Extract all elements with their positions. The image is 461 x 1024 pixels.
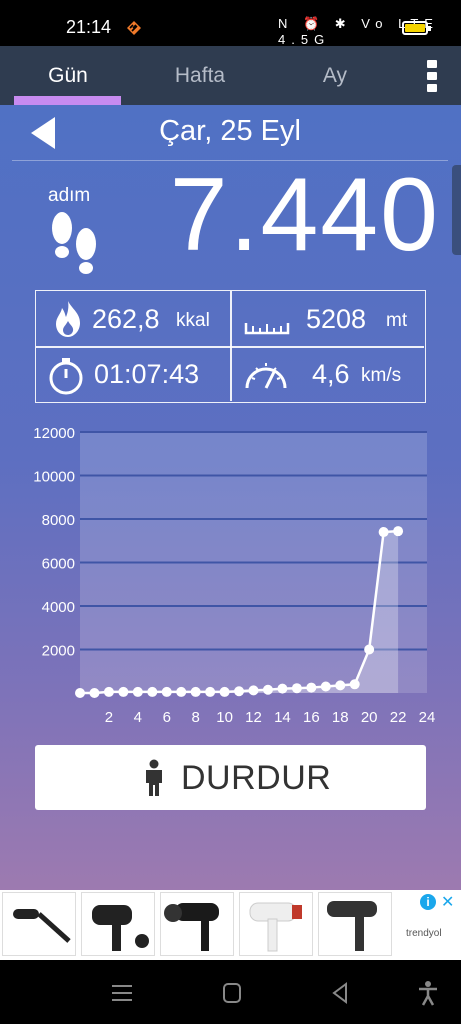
chart-x-tick-label: 20: [361, 709, 378, 725]
ad-product-hair-dryer-2[interactable]: [160, 892, 234, 956]
chart-data-point: [320, 681, 331, 692]
chart-data-point: [89, 688, 100, 698]
ad-product-hot-air-brush[interactable]: [2, 892, 76, 956]
side-scroll-handle[interactable]: [452, 165, 461, 255]
chart-y-tick-label: 12000: [33, 425, 75, 442]
chart-data-point: [75, 688, 85, 698]
calories-unit: kkal: [176, 310, 210, 331]
chart-x-tick-label: 4: [134, 709, 142, 725]
date-label: Çar, 25 Eyl: [159, 115, 301, 147]
hourly-steps-chart: 120001000080006000400020002 4 6 8 10 12 14 16 18…: [33, 425, 436, 725]
stopwatch-icon: [49, 358, 83, 395]
chart-data-point: [176, 686, 187, 697]
distance-unit: mt: [386, 310, 408, 331]
stop-button[interactable]: DURDUR: [35, 745, 426, 810]
tab-week-label: Hafta: [174, 63, 226, 87]
chart-x-tick-label: 10: [216, 709, 233, 725]
chart-data-point: [103, 686, 114, 697]
tab-bar: Gün Hafta Ay: [0, 46, 461, 105]
home-icon[interactable]: [218, 980, 246, 1006]
ad-close-icon[interactable]: ✕: [441, 892, 454, 912]
overflow-menu-icon[interactable]: [418, 56, 446, 96]
flame-icon: [56, 301, 80, 337]
stats-grid: 262,8 kkal 5208 mt 01:07:43 4,6 km/s: [35, 290, 426, 403]
chart-y-tick-label: 8000: [42, 512, 75, 529]
chart-data-point: [364, 644, 375, 655]
chart-data-point: [205, 686, 216, 697]
chart-y-tick-label: 2000: [42, 643, 75, 660]
ad-product-hair-dryer-3[interactable]: [239, 892, 313, 956]
battery-icon: [402, 21, 431, 35]
chart-data-point: [132, 686, 143, 697]
chart-data-point: [277, 683, 288, 694]
main-panel: Çar, 25 Eyl adım 7.440 262,8 kkal 5208 m…: [0, 105, 461, 890]
chart-x-tick-label: 8: [191, 709, 199, 725]
ad-banner[interactable]: i ✕ trendyol: [0, 890, 461, 960]
step-count: 7.440: [169, 157, 440, 273]
date-header: Çar, 25 Eyl: [12, 105, 448, 161]
chart-data-point: [393, 526, 404, 537]
system-status-icons: N ⏰ ✱ Vo LTE 4.5G: [278, 16, 439, 47]
chart-y-tick-label: 10000: [33, 469, 75, 486]
chart-data-point: [349, 679, 360, 690]
tab-month[interactable]: Ay: [290, 46, 380, 105]
chart-x-tick-label: 6: [163, 709, 171, 725]
chart-x-tick-label: 12: [245, 709, 262, 725]
chart-data-point: [378, 527, 389, 538]
chart-data-point: [248, 685, 259, 696]
chart-x-tick-label: 16: [303, 709, 320, 725]
distance-value: 5208: [306, 304, 367, 334]
ad-product-hair-dryer-4[interactable]: [318, 892, 392, 956]
chart-x-tick-label: 22: [390, 709, 407, 725]
chart-y-tick-label: 4000: [42, 599, 75, 616]
chart-data-point: [306, 682, 317, 693]
footprints-icon: [52, 212, 96, 274]
steps-label: adım: [48, 185, 91, 206]
chart-data-point: [190, 686, 201, 697]
calories-value: 262,8: [92, 304, 160, 334]
chart-data-point: [161, 686, 172, 697]
speed-unit: km/s: [361, 365, 402, 386]
recents-menu-icon[interactable]: [108, 980, 136, 1006]
chart-x-tick-label: 24: [419, 709, 436, 725]
ad-brand-label: trendyol: [406, 928, 442, 939]
chart-data-point: [291, 683, 302, 694]
ad-product-hair-dryer-1[interactable]: [81, 892, 155, 956]
chart-data-point: [147, 686, 158, 697]
accessibility-icon[interactable]: [414, 980, 442, 1006]
chart-data-point: [118, 686, 129, 697]
chart-data-point: [335, 680, 346, 691]
chart-x-tick-label: 2: [105, 709, 113, 725]
notification-app-icon: [127, 21, 141, 35]
duration-value: 01:07:43: [94, 359, 200, 389]
tab-day-label: Gün: [48, 63, 88, 87]
ad-info-icon[interactable]: i: [420, 894, 436, 910]
tab-month-label: Ay: [322, 63, 348, 87]
chart-data-point: [234, 686, 245, 697]
ruler-icon: [244, 323, 290, 335]
speed-value: 4,6: [312, 359, 350, 389]
chart-x-tick-label: 14: [274, 709, 291, 725]
tab-week[interactable]: Hafta: [145, 46, 255, 105]
person-icon: [146, 759, 162, 796]
back-icon[interactable]: [326, 980, 354, 1006]
active-tab-indicator: [14, 96, 121, 105]
chart-x-tick-label: 18: [332, 709, 349, 725]
chart-data-point: [219, 686, 230, 697]
chart-data-point: [262, 684, 273, 695]
status-time: 21:14: [66, 17, 112, 37]
status-bar: 21:14 N ⏰ ✱ Vo LTE 4.5G: [0, 0, 461, 47]
system-nav-bar: [0, 960, 461, 1024]
speedometer-icon: [245, 363, 287, 389]
chart-y-tick-label: 6000: [42, 556, 75, 573]
stop-button-label: DURDUR: [181, 759, 332, 797]
